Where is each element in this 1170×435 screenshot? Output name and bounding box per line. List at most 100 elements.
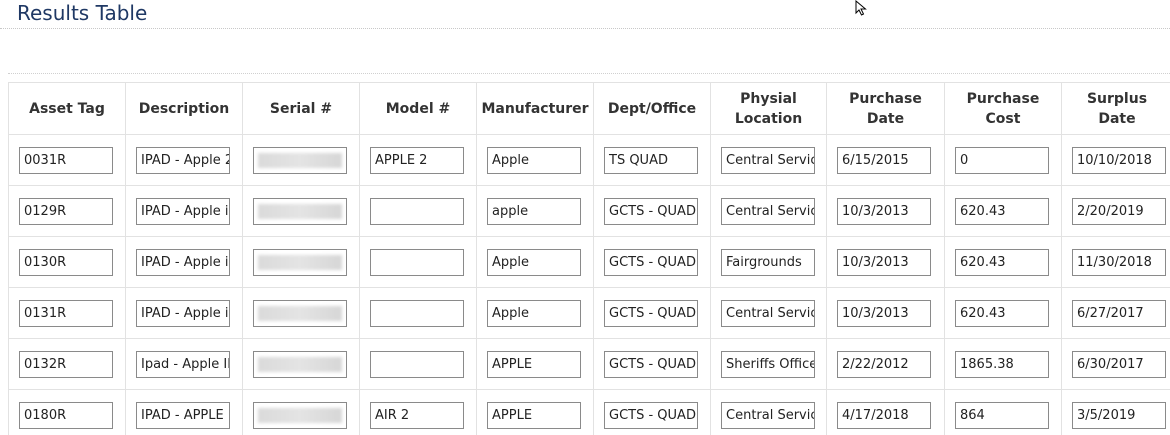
table-cell: 6/15/2015 <box>826 134 945 186</box>
column-header-serial[interactable]: Serial # <box>242 82 360 135</box>
purchase-cost-field[interactable]: 620.43 <box>955 248 1049 276</box>
surplus-date-field[interactable]: 11/30/2018 <box>1072 248 1166 276</box>
table-cell: 864 <box>944 389 1062 435</box>
dept-office-field[interactable]: GCTS - QUAD <box>604 299 698 327</box>
manufacturer-field[interactable]: APPLE <box>487 350 581 378</box>
model-field[interactable]: AIR 2 <box>370 401 464 429</box>
physical-location-field[interactable]: Central Service <box>721 299 815 327</box>
column-header-model[interactable]: Model # <box>359 82 477 135</box>
physical-location-field[interactable]: Central Service <box>721 197 815 225</box>
surplus-date-field[interactable]: 10/10/2018 <box>1072 146 1166 174</box>
description-field[interactable]: Ipad - Apple IPad <box>136 350 230 378</box>
serial-field[interactable] <box>253 299 347 327</box>
surplus-date-field[interactable]: 6/27/2017 <box>1072 299 1166 327</box>
table-cell <box>359 185 477 237</box>
manufacturer-field[interactable]: Apple <box>487 299 581 327</box>
table-cell: 620.43 <box>944 185 1062 237</box>
surplus-date-field[interactable]: 3/5/2019 <box>1072 401 1166 429</box>
physical-location-field[interactable]: Fairgrounds <box>721 248 815 276</box>
dept-office-field[interactable]: TS QUAD <box>604 146 698 174</box>
table-cell: AIR 2 <box>359 389 477 435</box>
table-cell: 2/20/2019 <box>1061 185 1170 237</box>
table-row: 0131R IPAD - Apple iPad Apple GCTS - QUAD Ce… <box>8 287 1170 339</box>
purchase-date-field[interactable]: 10/3/2013 <box>837 248 931 276</box>
asset-tag-field[interactable]: 0129R <box>19 197 113 225</box>
purchase-cost-field[interactable]: 620.43 <box>955 299 1049 327</box>
table-cell: 6/27/2017 <box>1061 287 1170 339</box>
table-cell: Sheriffs Office <box>710 338 827 390</box>
surplus-date-field[interactable]: 2/20/2019 <box>1072 197 1166 225</box>
manufacturer-field[interactable]: APPLE <box>487 401 581 429</box>
table-cell: 0180R <box>8 389 126 435</box>
physical-location-field[interactable]: Central Service <box>721 401 815 429</box>
serial-field[interactable] <box>253 248 347 276</box>
serial-field[interactable] <box>253 146 347 174</box>
table-cell: 10/3/2013 <box>826 185 945 237</box>
manufacturer-field[interactable]: apple <box>487 197 581 225</box>
table-cell: APPLE 2 <box>359 134 477 186</box>
table-cell: 0129R <box>8 185 126 237</box>
serial-field[interactable] <box>253 350 347 378</box>
asset-tag-field[interactable]: 0130R <box>19 248 113 276</box>
dept-office-field[interactable]: GCTS - QUAD <box>604 350 698 378</box>
table-cell <box>242 185 360 237</box>
table-cell: 0031R <box>8 134 126 186</box>
manufacturer-field[interactable]: Apple <box>487 248 581 276</box>
column-header-purchase-date[interactable]: Purchase Date <box>826 82 945 135</box>
purchase-cost-field[interactable]: 1865.38 <box>955 350 1049 378</box>
serial-field[interactable] <box>253 401 347 429</box>
results-table-container: Asset Tag Description Serial # Model # M… <box>8 82 1170 435</box>
table-cell: 3/5/2019 <box>1061 389 1170 435</box>
description-field[interactable]: IPAD - Apple iPad <box>136 197 230 225</box>
model-field[interactable] <box>370 350 464 378</box>
asset-tag-field[interactable]: 0180R <box>19 401 113 429</box>
purchase-date-field[interactable]: 6/15/2015 <box>837 146 931 174</box>
model-field[interactable] <box>370 197 464 225</box>
description-field[interactable]: IPAD - Apple iPad <box>136 248 230 276</box>
table-cell <box>242 389 360 435</box>
purchase-date-field[interactable]: 2/22/2012 <box>837 350 931 378</box>
column-header-manufacturer[interactable]: Manufacturer <box>476 82 594 135</box>
model-field[interactable] <box>370 299 464 327</box>
column-header-surplus-date[interactable]: Surplus Date <box>1061 82 1170 135</box>
purchase-date-field[interactable]: 4/17/2018 <box>837 401 931 429</box>
column-header-description[interactable]: Description <box>125 82 243 135</box>
table-cell: IPAD - Apple 2 <box>125 134 243 186</box>
purchase-cost-field[interactable]: 0 <box>955 146 1049 174</box>
table-cell: IPAD - APPLE IPAD <box>125 389 243 435</box>
physical-location-field[interactable]: Central Service <box>721 146 815 174</box>
description-field[interactable]: IPAD - Apple iPad <box>136 299 230 327</box>
physical-location-field[interactable]: Sheriffs Office <box>721 350 815 378</box>
table-row: 0129R IPAD - Apple iPad apple GCTS - QUAD Ce… <box>8 185 1170 237</box>
purchase-date-field[interactable]: 10/3/2013 <box>837 299 931 327</box>
dept-office-field[interactable]: GCTS - QUAD <box>604 197 698 225</box>
column-header-physical-location[interactable]: Physial Location <box>710 82 827 135</box>
dept-office-field[interactable]: GCTS - QUAD <box>604 248 698 276</box>
column-header-purchase-cost[interactable]: Purchase Cost <box>944 82 1062 135</box>
purchase-cost-field[interactable]: 620.43 <box>955 197 1049 225</box>
description-field[interactable]: IPAD - Apple 2 <box>136 146 230 174</box>
surplus-date-field[interactable]: 6/30/2017 <box>1072 350 1166 378</box>
purchase-cost-field[interactable]: 864 <box>955 401 1049 429</box>
dept-office-field[interactable]: GCTS - QUAD <box>604 401 698 429</box>
table-cell: 620.43 <box>944 287 1062 339</box>
asset-tag-field[interactable]: 0131R <box>19 299 113 327</box>
asset-tag-field[interactable]: 0132R <box>19 350 113 378</box>
column-header-asset-tag[interactable]: Asset Tag <box>8 82 126 135</box>
table-cell <box>359 236 477 288</box>
column-header-dept-office[interactable]: Dept/Office <box>593 82 711 135</box>
description-field[interactable]: IPAD - APPLE IPAD <box>136 401 230 429</box>
table-cell: GCTS - QUAD <box>593 185 711 237</box>
asset-tag-field[interactable]: 0031R <box>19 146 113 174</box>
purchase-date-field[interactable]: 10/3/2013 <box>837 197 931 225</box>
table-cell <box>242 134 360 186</box>
serial-field[interactable] <box>253 197 347 225</box>
manufacturer-field[interactable]: Apple <box>487 146 581 174</box>
model-field[interactable]: APPLE 2 <box>370 146 464 174</box>
table-cell: 4/17/2018 <box>826 389 945 435</box>
table-cell <box>242 287 360 339</box>
table-header-row: Asset Tag Description Serial # Model # M… <box>8 82 1170 135</box>
model-field[interactable] <box>370 248 464 276</box>
table-cell: Central Service <box>710 185 827 237</box>
results-page: Results Table Asset Tag Description Seri… <box>0 0 1170 435</box>
